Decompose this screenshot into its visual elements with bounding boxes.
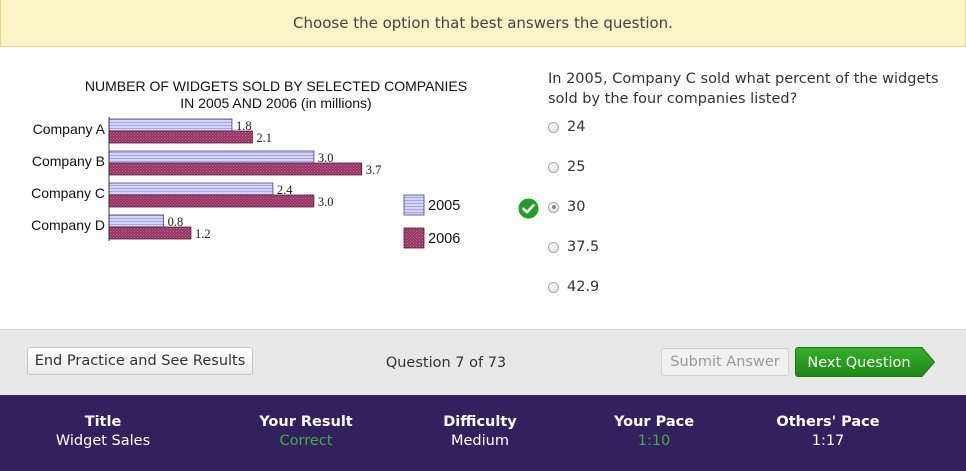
chart-title-line-2: IN 2005 AND 2006 (in millions) xyxy=(180,95,371,111)
answer-option-label: 42.9 xyxy=(567,279,600,295)
control-bar: End Practice and See Results Question 7 … xyxy=(0,329,966,396)
bar-2005 xyxy=(108,150,315,164)
stats-footer: Title Widget Sales Your Result Correct D… xyxy=(0,395,966,471)
radio-button[interactable] xyxy=(548,161,559,173)
radio-button[interactable] xyxy=(548,281,559,293)
bar-2005 xyxy=(108,182,274,196)
legend-swatch-2006 xyxy=(403,227,425,249)
stat-your-pace-label: Your Pace xyxy=(613,414,695,430)
widgets-bar-chart: NUMBER OF WIDGETS SOLD BY SELECTED COMPA… xyxy=(31,78,467,249)
bar-2006 xyxy=(108,162,363,176)
stat-result-value: Correct xyxy=(279,433,333,449)
legend-label: 2005 xyxy=(428,198,460,214)
question-counter: Question 7 of 73 xyxy=(385,355,507,371)
category-label: Company D xyxy=(31,217,105,233)
stat-difficulty: Difficulty Medium xyxy=(390,414,570,449)
legend-swatch-2005 xyxy=(403,194,425,216)
category-label: Company A xyxy=(33,121,106,137)
bar-2006 xyxy=(108,194,315,208)
bar-2005 xyxy=(108,214,165,228)
answer-option-label: 25 xyxy=(567,159,586,175)
stat-difficulty-value: Medium xyxy=(451,433,509,449)
answer-option[interactable]: 30 xyxy=(548,199,585,215)
stat-title-value: Widget Sales xyxy=(55,433,151,449)
next-question-label: Next Question xyxy=(807,355,910,371)
bar-2006 xyxy=(108,130,253,144)
stat-others-pace: Others' Pace 1:17 xyxy=(738,414,918,449)
bar-value-label: 3.7 xyxy=(366,163,382,177)
radio-button[interactable] xyxy=(548,121,559,133)
stat-others-pace-value: 1:17 xyxy=(811,433,845,449)
end-practice-button[interactable]: End Practice and See Results xyxy=(27,347,253,375)
submit-answer-button[interactable]: Submit Answer xyxy=(661,348,789,376)
radio-button[interactable] xyxy=(548,201,559,213)
category-label: Company C xyxy=(31,185,105,201)
stat-your-pace: Your Pace 1:10 xyxy=(564,414,744,449)
answer-option-label: 37.5 xyxy=(567,239,600,255)
answer-option[interactable]: 37.5 xyxy=(548,239,599,255)
stat-others-pace-label: Others' Pace xyxy=(776,414,880,430)
question-area: NUMBER OF WIDGETS SOLD BY SELECTED COMPA… xyxy=(0,47,966,329)
answer-option-label: 24 xyxy=(567,119,586,135)
bar-value-label: 3.0 xyxy=(318,195,334,209)
question-stem: In 2005, Company C sold what percent of … xyxy=(548,71,939,107)
stat-difficulty-label: Difficulty xyxy=(443,414,517,430)
bar-value-label: 2.1 xyxy=(256,131,272,145)
answer-option[interactable]: 24 xyxy=(548,119,585,135)
answer-option-label: 30 xyxy=(567,199,586,215)
stat-title-label: Title xyxy=(84,414,122,430)
chart-title-line-1: NUMBER OF WIDGETS SOLD BY SELECTED COMPA… xyxy=(85,78,467,94)
answer-option[interactable]: 25 xyxy=(548,159,585,175)
stat-result: Your Result Correct xyxy=(216,414,396,449)
answer-option[interactable]: 42.9 xyxy=(548,279,599,295)
category-label: Company B xyxy=(32,153,105,169)
correct-check-icon xyxy=(518,198,539,219)
stat-result-label: Your Result xyxy=(259,414,353,430)
stat-title: Title Widget Sales xyxy=(13,414,193,449)
next-question-button[interactable]: Next Question xyxy=(795,347,935,377)
stat-your-pace-value: 1:10 xyxy=(637,433,671,449)
bar-2006 xyxy=(108,226,192,240)
instruction-banner: Choose the option that best answers the … xyxy=(0,0,966,47)
radio-button[interactable] xyxy=(548,241,559,253)
bar-2005 xyxy=(108,118,233,132)
legend-label: 2006 xyxy=(428,231,460,247)
bar-value-label: 1.2 xyxy=(195,227,211,241)
instruction-text: Choose the option that best answers the … xyxy=(293,14,673,32)
